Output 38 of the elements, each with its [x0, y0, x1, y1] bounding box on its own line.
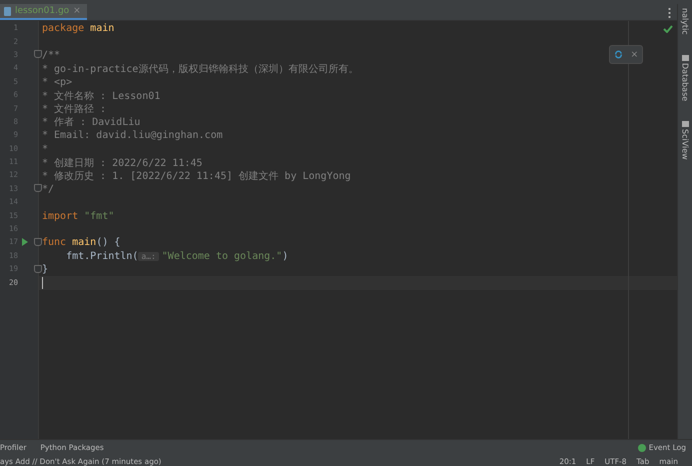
code-token: }	[42, 264, 48, 276]
file-icon	[4, 6, 11, 16]
refresh-icon[interactable]	[614, 50, 623, 59]
code-token: * 创建日期 : 2022/6/22 11:45	[42, 156, 202, 170]
more-icon[interactable]	[668, 7, 671, 18]
code-token: * Email: david.liu@ginghan.com	[42, 130, 223, 142]
side-tool-tab[interactable]: Database	[680, 62, 690, 101]
code-token: * 修改历史 : 1. [2022/6/22 11:45] 创建文件 by LongYong	[42, 170, 351, 183]
fold-icon[interactable]	[34, 238, 42, 246]
code-token: main	[71, 237, 96, 248]
code-token: )	[282, 250, 288, 262]
side-tool-tab[interactable]: nalytic	[680, 8, 690, 35]
code-token: "Welcome to golang."	[162, 250, 282, 262]
code-token: package	[42, 23, 84, 34]
code-token: /**	[42, 50, 60, 61]
parameter-hint: a…:	[138, 252, 159, 261]
code-token: */	[42, 184, 54, 195]
code-token: func	[42, 237, 66, 248]
code-token: * 文件名称 : Lesson01	[42, 90, 160, 103]
code-token: () {	[96, 237, 120, 248]
fold-icon[interactable]	[34, 184, 42, 192]
code-token: "fmt"	[83, 210, 114, 222]
code-token: * go-in-practice源代码，版权归铧翰科技（深圳）有限公司所有。	[42, 62, 358, 76]
code-token: fmt.Println(	[65, 250, 138, 262]
code-token: *	[42, 144, 48, 155]
close-icon[interactable]: ×	[630, 50, 638, 60]
side-tool-tab[interactable]: SciView	[680, 128, 690, 160]
code-token: import	[42, 210, 78, 222]
code-token: * <p>	[42, 76, 72, 88]
fold-icon[interactable]	[34, 264, 42, 273]
event-icon	[638, 444, 646, 452]
code-token: * 文件路径 :	[42, 102, 106, 116]
fold-icon[interactable]	[34, 50, 42, 58]
code-token: main	[89, 23, 114, 34]
text-caret	[42, 277, 43, 290]
code-token: * 作者 : DavidLiu	[42, 116, 140, 130]
run-icon[interactable]	[22, 238, 28, 246]
check-icon	[663, 25, 673, 33]
